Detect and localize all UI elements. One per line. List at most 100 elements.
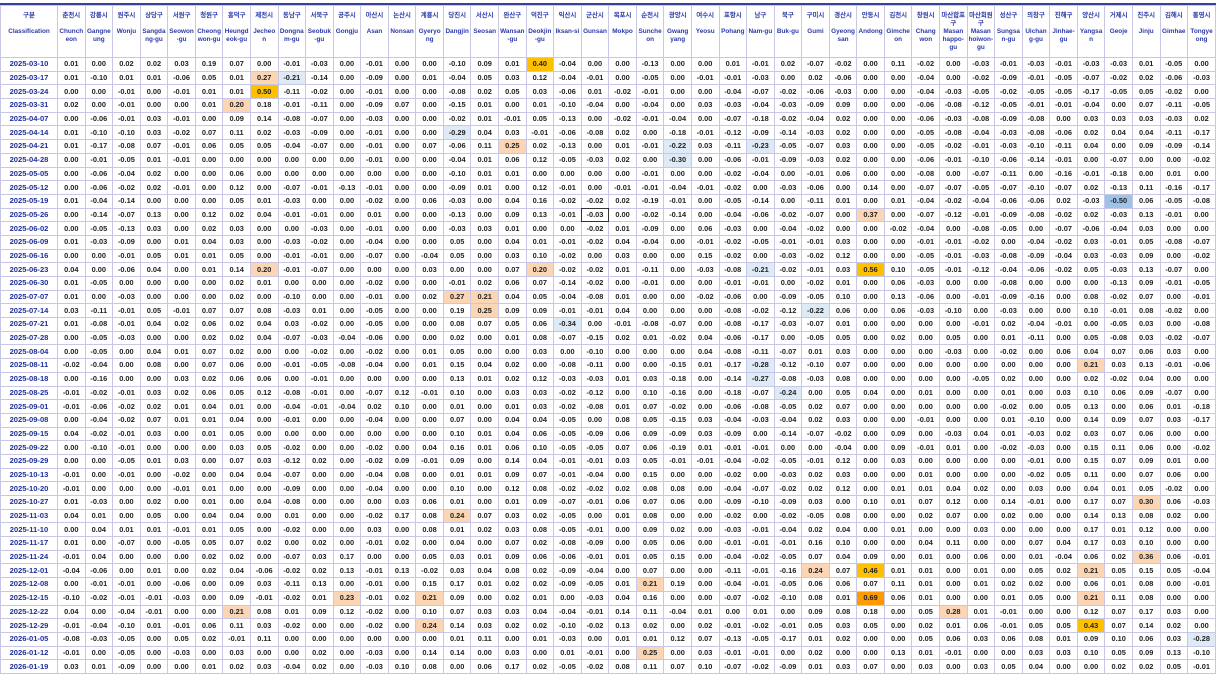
value-cell[interactable]: 0.00 [332,412,362,428]
value-cell[interactable]: 0.02 [1131,70,1161,86]
value-cell[interactable]: 0.00 [1049,111,1078,127]
value-cell[interactable]: 0.03 [1104,536,1133,551]
value-cell[interactable]: -0.13 [635,57,665,72]
value-cell[interactable]: 0.00 [608,467,637,483]
value-cell[interactable]: 0.00 [360,262,389,277]
value-cell[interactable]: -0.17 [718,358,748,373]
value-cell[interactable]: 0.07 [801,549,830,565]
value-cell[interactable]: 0.00 [1021,358,1051,373]
value-cell[interactable]: 0.04 [690,330,720,346]
value-cell[interactable]: 0.00 [580,111,610,127]
value-cell[interactable]: 0.08 [608,659,637,674]
value-cell[interactable]: 0.17 [498,659,527,674]
value-cell[interactable]: 0.01 [690,440,720,455]
value-cell[interactable]: -0.11 [1049,139,1078,154]
value-cell[interactable]: -0.01 [911,440,940,455]
value-cell[interactable]: 0.07 [635,563,665,579]
value-cell[interactable]: 0.21 [470,289,499,305]
value-cell[interactable]: 0.05 [1104,645,1133,661]
value-cell[interactable]: -0.01 [167,522,196,538]
value-cell[interactable]: 0.00 [746,180,775,195]
value-cell[interactable]: -0.07 [718,659,748,674]
value-cell[interactable]: -0.11 [718,139,748,154]
value-cell[interactable]: 0.00 [387,111,417,127]
value-cell[interactable]: 0.01 [1159,399,1189,414]
value-cell[interactable]: 0.03 [525,399,555,414]
value-cell[interactable]: -0.12 [277,453,307,469]
value-cell[interactable]: 0.00 [773,193,803,209]
value-cell[interactable]: -0.08 [718,317,748,332]
value-cell[interactable]: -0.14 [305,70,334,86]
value-cell[interactable]: -0.10 [801,358,830,373]
value-cell[interactable]: 0.00 [277,371,307,387]
value-cell[interactable]: 0.00 [856,358,885,373]
value-cell[interactable]: -0.01 [305,180,334,195]
value-cell[interactable]: 0.07 [939,508,968,524]
value-cell[interactable]: 0.00 [332,262,362,277]
value-cell[interactable]: -0.01 [635,84,665,100]
value-cell[interactable]: -0.11 [801,193,830,209]
value-cell[interactable]: -0.01 [994,604,1023,620]
value-cell[interactable]: 0.03 [387,495,417,510]
value-cell[interactable]: 0.02 [828,631,858,647]
value-cell[interactable]: -0.03 [1076,57,1106,72]
value-cell[interactable]: 0.00 [883,180,913,195]
value-cell[interactable]: 0.00 [332,577,362,592]
value-cell[interactable]: 0.06 [525,317,555,332]
value-cell[interactable]: 0.02 [1049,193,1078,209]
value-cell[interactable]: 0.00 [387,207,417,223]
value-cell[interactable]: 0.04 [1131,371,1161,387]
value-cell[interactable]: -0.01 [1021,98,1051,113]
value-cell[interactable]: 0.03 [1131,111,1161,127]
value-cell[interactable]: 0.21 [1076,590,1106,606]
value-cell[interactable]: -0.02 [277,590,307,606]
value-cell[interactable]: -0.03 [1021,57,1051,72]
value-cell[interactable]: 0.00 [994,563,1023,579]
value-cell[interactable]: 0.04 [608,303,637,319]
value-cell[interactable]: 0.00 [663,276,692,291]
value-cell[interactable]: 0.00 [387,522,417,538]
value-cell[interactable]: 0.09 [635,426,665,442]
value-cell[interactable]: 0.07 [1104,495,1133,510]
value-cell[interactable]: 0.07 [470,508,499,524]
value-cell[interactable]: 0.00 [525,645,555,661]
value-cell[interactable]: 0.01 [194,262,224,277]
value-cell[interactable]: -0.01 [1021,70,1051,86]
value-cell[interactable]: 0.00 [277,166,307,182]
value-cell[interactable]: 0.00 [690,276,720,291]
value-cell[interactable]: 0.00 [84,645,114,661]
value-cell[interactable]: 0.02 [387,536,417,551]
value-cell[interactable]: -0.07 [718,590,748,606]
value-cell[interactable]: 0.00 [580,317,610,332]
value-cell[interactable]: -0.06 [84,399,114,414]
value-cell[interactable]: 0.01 [139,70,169,86]
value-cell[interactable]: 0.00 [360,371,389,387]
value-cell[interactable]: 0.04 [498,234,527,250]
value-cell[interactable]: 0.12 [1076,604,1106,620]
value-cell[interactable]: 0.00 [1187,57,1216,72]
value-cell[interactable]: -0.12 [580,385,610,401]
value-cell[interactable]: 0.01 [84,508,114,524]
value-cell[interactable]: -0.02 [746,590,775,606]
value-cell[interactable]: -0.12 [773,358,803,373]
value-cell[interactable]: -0.03 [994,139,1023,154]
value-cell[interactable]: -0.02 [718,508,748,524]
column-header[interactable]: 통영시 Tongyeong [1187,5,1216,58]
value-cell[interactable]: -0.01 [966,317,996,332]
value-cell[interactable]: 0.00 [305,467,334,483]
value-cell[interactable]: 0.01 [608,508,637,524]
value-cell[interactable]: -0.16 [773,563,803,579]
value-cell[interactable]: 0.01 [167,399,196,414]
value-cell[interactable]: -0.02 [580,193,610,209]
value-cell[interactable]: -0.09 [994,207,1023,223]
value-cell[interactable]: 0.04 [828,522,858,538]
value-cell[interactable]: 0.00 [966,385,996,401]
column-header[interactable]: 김천시 Gimcheon [883,5,913,58]
value-cell[interactable]: 0.07 [1131,467,1161,483]
value-cell[interactable]: -0.03 [167,645,196,661]
value-cell[interactable]: 0.00 [608,70,637,86]
value-cell[interactable]: 0.00 [1187,508,1216,524]
value-cell[interactable]: -0.06 [994,152,1023,168]
value-cell[interactable]: 0.04 [856,385,885,401]
value-cell[interactable]: 0.00 [966,645,996,661]
